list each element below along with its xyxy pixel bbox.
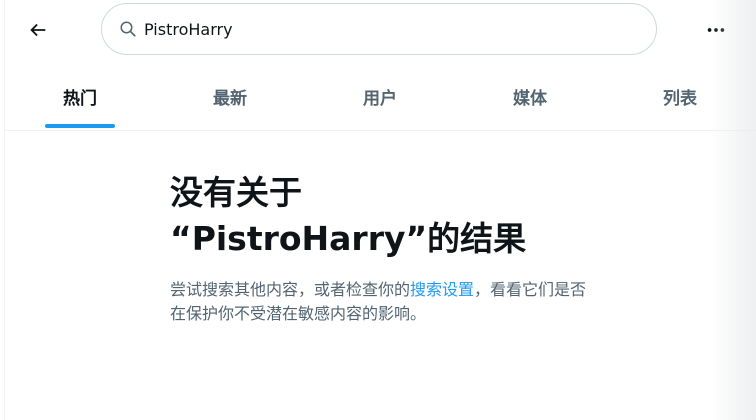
title-line-2: “PistroHarry”的结果 bbox=[170, 219, 527, 258]
tab-people[interactable]: 用户 bbox=[305, 62, 455, 130]
search-settings-link[interactable]: 搜索设置 bbox=[410, 280, 474, 299]
empty-state-title: 没有关于 “PistroHarry”的结果 bbox=[170, 170, 590, 262]
search-input[interactable] bbox=[144, 19, 624, 39]
message-text: 尝试搜索其他内容，或者检查你的 bbox=[170, 280, 411, 299]
tab-label: 列表 bbox=[663, 88, 697, 109]
empty-state: 没有关于 “PistroHarry”的结果 尝试搜索其他内容，或者检查你的搜索设… bbox=[170, 170, 590, 326]
tab-media[interactable]: 媒体 bbox=[455, 62, 605, 130]
search-icon bbox=[118, 19, 138, 39]
search-tabs: 热门 最新 用户 媒体 列表 bbox=[5, 62, 756, 131]
tab-top[interactable]: 热门 bbox=[5, 62, 155, 130]
empty-state-message: 尝试搜索其他内容，或者检查你的搜索设置，看看它们是否在保护你不受潜在敏感内容的影… bbox=[170, 278, 590, 326]
active-tab-indicator bbox=[45, 124, 115, 128]
tab-label: 用户 bbox=[363, 88, 397, 109]
tab-label: 热门 bbox=[63, 88, 97, 109]
search-box[interactable] bbox=[101, 3, 657, 55]
right-edge-shadow bbox=[710, 0, 756, 420]
tab-label: 媒体 bbox=[513, 88, 547, 109]
title-line-1: 没有关于 bbox=[170, 173, 302, 212]
back-button[interactable] bbox=[22, 14, 54, 46]
tab-latest[interactable]: 最新 bbox=[155, 62, 305, 130]
tab-label: 最新 bbox=[213, 88, 247, 109]
search-results-page: 热门 最新 用户 媒体 列表 没有关于 “PistroHarry”的结果 尝试搜… bbox=[0, 0, 756, 420]
arrow-left-icon bbox=[30, 23, 46, 37]
